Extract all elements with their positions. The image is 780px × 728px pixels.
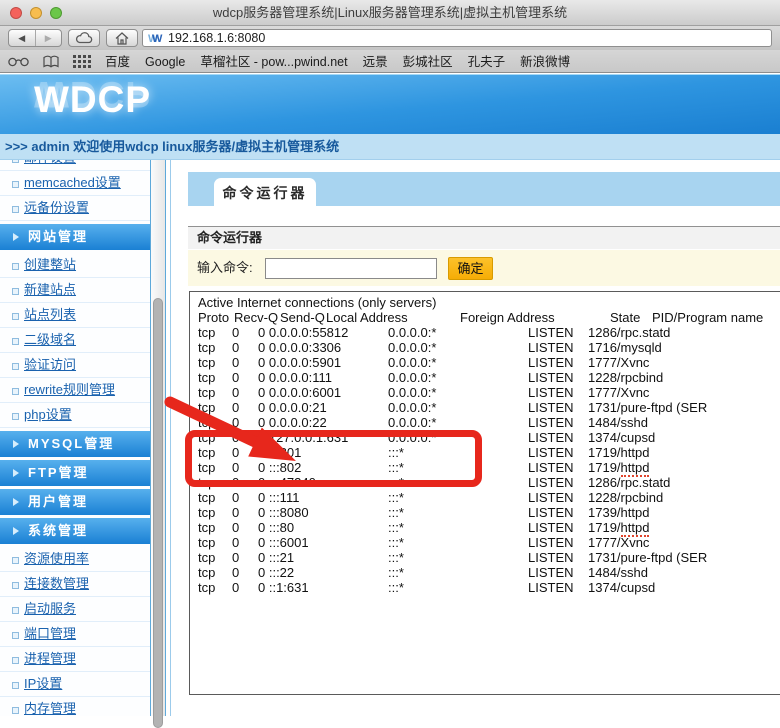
terminal-line: tcp00 :::8080:::*LISTEN1739/httpd	[190, 505, 780, 520]
address-bar[interactable]: W W 192.168.1.6:8080	[142, 29, 772, 47]
terminal-line: tcp00 :::22:::*LISTEN1484/sshd	[190, 565, 780, 580]
reading-list-button[interactable]	[8, 56, 29, 67]
window-title: wdcp服务器管理系统|Linux服务器管理系统|虚拟主机管理系统	[0, 0, 780, 26]
bookmark-item[interactable]: 百度	[105, 55, 130, 69]
terminal-line: tcp00 0.0.0.0:33060.0.0.0:*LISTEN1716/my…	[190, 340, 780, 355]
sidebar-section-header[interactable]: 用户管理	[0, 489, 150, 515]
command-input-label: 输入命令:	[197, 250, 253, 286]
terminal-line: tcp00 :::802:::*LISTEN1719/httpd	[190, 460, 780, 475]
sidebar-link[interactable]: 验证访问	[0, 353, 150, 378]
back-button[interactable]: ◀	[9, 30, 35, 46]
submit-command-button[interactable]: 确定	[448, 257, 493, 280]
terminal-line: tcp00 :::111:::*LISTEN1228/rpcbind	[190, 490, 780, 505]
terminal-line: tcp00 0.0.0.0:558120.0.0.0:*LISTEN1286/r…	[190, 325, 780, 340]
sidebar-link[interactable]: 端口管理	[0, 622, 150, 647]
grid-icon	[73, 55, 91, 68]
wdcp-logo-reflection: WDCP	[34, 73, 151, 115]
bookmarks-menu-button[interactable]	[43, 55, 59, 68]
sidebar-link[interactable]: memcached设置	[0, 171, 150, 196]
sidebar-link[interactable]: 连接数管理	[0, 572, 150, 597]
terminal-line: tcp00 :::801:::*LISTEN1719/httpd	[190, 445, 780, 460]
home-button[interactable]	[106, 29, 138, 47]
terminal-line: tcp00 :::21:::*LISTEN1731/pure-ftpd (SER	[190, 550, 780, 565]
bookmark-item[interactable]: 孔夫子	[468, 55, 506, 69]
terminal-line: tcp00 0.0.0.0:220.0.0.0:*LISTEN1484/sshd	[190, 415, 780, 430]
command-input[interactable]	[265, 258, 437, 279]
window-titlebar: wdcp服务器管理系统|Linux服务器管理系统|虚拟主机管理系统	[0, 0, 780, 26]
content-frame-border	[170, 160, 171, 716]
terminal-line: tcp00 0.0.0.0:210.0.0.0:*LISTEN1731/pure…	[190, 400, 780, 415]
book-icon	[43, 55, 59, 68]
cloud-icon	[75, 32, 93, 44]
wdcp-banner: WDCP WDCP	[0, 74, 780, 134]
terminal-line: tcp00 :::80:::*LISTEN1719/httpd	[190, 520, 780, 535]
sidebar-section-header[interactable]: 系统管理	[0, 518, 150, 544]
sidebar-section-header[interactable]: 网站管理	[0, 224, 150, 250]
welcome-bar: >>> admin 欢迎使用wdcp linux服务器/虚拟主机管理系统	[0, 134, 780, 160]
sidebar-section-header[interactable]: FTP管理	[0, 460, 150, 486]
bookmark-item[interactable]: Google	[145, 55, 185, 69]
bookmark-item[interactable]: 彭城社区	[403, 55, 453, 69]
glasses-icon	[8, 56, 29, 67]
bookmark-item[interactable]: 远景	[363, 55, 388, 69]
sidebar-link[interactable]: 进程管理	[0, 647, 150, 672]
wdcp-favicon: W W	[148, 32, 163, 44]
icloud-tabs-button[interactable]	[68, 29, 100, 47]
bookmark-item[interactable]: 新浪微博	[520, 55, 570, 69]
sidebar-section-header[interactable]: MYSQL管理	[0, 431, 150, 457]
terminal-line: tcp00 0.0.0.0:59010.0.0.0:*LISTEN1777/Xv…	[190, 355, 780, 370]
terminal-line: tcp00 :::47240:::*LISTEN1286/rpc.statd	[190, 475, 780, 490]
section-title: 命令运行器	[188, 226, 780, 249]
sidebar-link[interactable]: 站点列表	[0, 303, 150, 328]
bookmarks-bar: 百度 Google 草榴社区 - pow...pwind.net 远景 彭城社区 孔夫子新…	[0, 50, 780, 73]
terminal-line: tcp00 127.0.0.1:6310.0.0.0:*LISTEN1374/c…	[190, 430, 780, 445]
nav-button-group: ◀ ▶	[8, 29, 62, 47]
sidebar-link[interactable]: IP设置	[0, 672, 150, 697]
forward-button[interactable]: ▶	[36, 30, 62, 46]
bookmark-item[interactable]: 草榴社区 - pow...pwind.net	[200, 55, 347, 69]
sidebar-link[interactable]: 内存管理	[0, 697, 150, 716]
sidebar-link[interactable]: 启动服务	[0, 597, 150, 622]
tab-command-runner[interactable]: 命令运行器	[214, 178, 316, 206]
terminal-line: tcp00 ::1:631:::*LISTEN1374/cupsd	[190, 580, 780, 595]
sidebar-link[interactable]: 远备份设置	[0, 196, 150, 221]
terminal-line: ProtoRecv-QSend-QLocal AddressForeign Ad…	[190, 310, 780, 325]
browser-toolbar: ◀ ▶ W W 192.168.1.6:8080	[0, 26, 780, 50]
sidebar-link[interactable]: 二级域名	[0, 328, 150, 353]
svg-text:W: W	[152, 33, 163, 44]
sidebar-link[interactable]: php设置	[0, 403, 150, 428]
terminal-output: Active Internet connections (only server…	[189, 291, 780, 695]
terminal-line: tcp00 0.0.0.0:60010.0.0.0:*LISTEN1777/Xv…	[190, 385, 780, 400]
home-icon	[115, 32, 129, 45]
url-text: 192.168.1.6:8080	[168, 31, 265, 45]
top-sites-button[interactable]	[73, 55, 91, 68]
sidebar-link[interactable]: 创建整站	[0, 253, 150, 278]
sidebar-link[interactable]: 资源使用率	[0, 547, 150, 572]
sidebar: 邮件设置memcached设置远备份设置网站管理创建整站新建站点站点列表二级域名…	[0, 160, 150, 716]
frame-border-right	[165, 160, 166, 716]
command-input-row: 输入命令: 确定	[188, 250, 780, 286]
terminal-line: tcp00 :::6001:::*LISTEN1777/Xvnc	[190, 535, 780, 550]
sidebar-link[interactable]: 邮件设置	[0, 160, 150, 171]
sidebar-scrollbar-thumb[interactable]	[153, 298, 163, 728]
terminal-line: tcp00 0.0.0.0:1110.0.0.0:*LISTEN1228/rpc…	[190, 370, 780, 385]
page-body: 邮件设置memcached设置远备份设置网站管理创建整站新建站点站点列表二级域名…	[0, 160, 780, 716]
terminal-line: Active Internet connections (only server…	[190, 295, 780, 310]
sidebar-link[interactable]: 新建站点	[0, 278, 150, 303]
sidebar-link[interactable]: rewrite规则管理	[0, 378, 150, 403]
